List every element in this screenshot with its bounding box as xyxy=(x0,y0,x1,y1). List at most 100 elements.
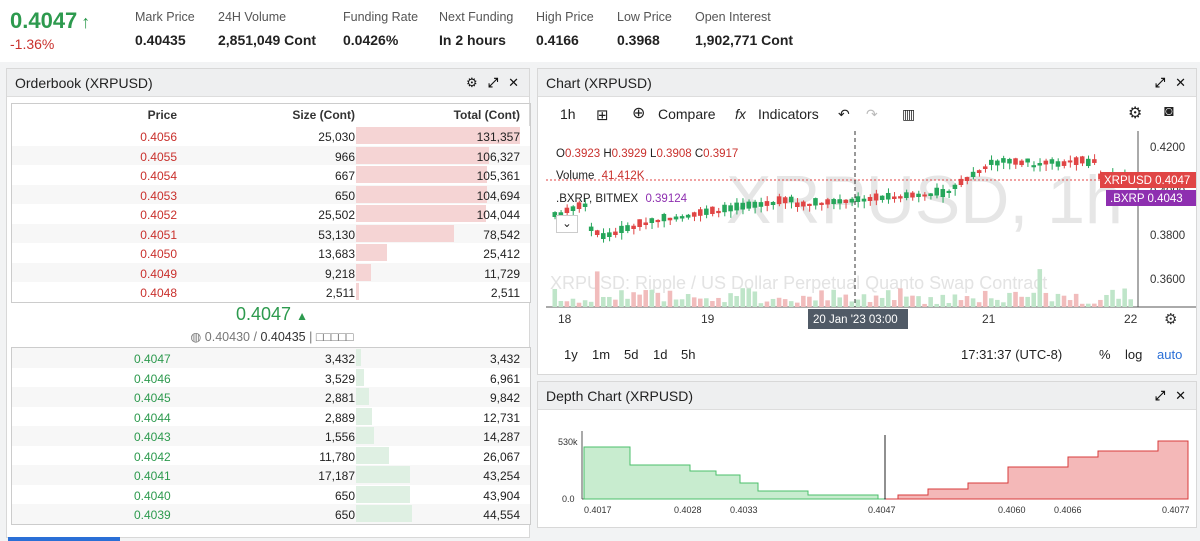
stat-value: 0.4166 xyxy=(536,32,579,48)
row-size: 13,683 xyxy=(318,247,355,261)
close-icon[interactable]: ✕ xyxy=(1175,75,1186,90)
expand-icon[interactable]: ⤢ xyxy=(488,75,498,90)
candle-body xyxy=(885,192,891,200)
volume-bar xyxy=(1049,301,1055,307)
close-icon[interactable]: ✕ xyxy=(1175,388,1186,403)
settings-gear-icon[interactable]: ⚙ xyxy=(1128,103,1142,123)
bar-chart-icon[interactable]: ▥ xyxy=(902,106,915,123)
expand-icon[interactable]: ⤢ xyxy=(1155,75,1165,90)
volume-bar xyxy=(989,298,994,307)
candle-body xyxy=(831,199,836,204)
bid-row[interactable]: 0.4044 2,889 12,731 xyxy=(12,406,530,426)
ask-row[interactable]: 0.4050 13,683 25,412 xyxy=(12,243,530,263)
ask-row[interactable]: 0.4054 667 105,361 xyxy=(12,165,530,185)
row-total: 14,287 xyxy=(483,430,520,444)
depth-x-tick: 0.4017 xyxy=(584,505,612,515)
candle-body xyxy=(649,218,655,223)
candle-body xyxy=(679,216,685,219)
candle-body xyxy=(601,233,606,239)
candle-body xyxy=(982,166,988,169)
ohlc-o: 0.3923 xyxy=(564,148,601,160)
mark-index-line: ◍ 0.40430 / 0.40435 | □□□□□ xyxy=(7,329,537,344)
indicators-fx-icon[interactable]: fx xyxy=(735,106,746,122)
ask-row[interactable]: 0.4051 53,130 78,542 xyxy=(12,223,530,243)
row-total: 25,412 xyxy=(483,247,520,261)
volume-bar xyxy=(673,299,679,307)
candle-body xyxy=(1007,158,1012,164)
axis-settings-icon: ⚙ xyxy=(1164,310,1177,328)
volume-bar xyxy=(795,302,800,307)
row-price: 0.4042 xyxy=(134,449,171,464)
row-size: 966 xyxy=(334,149,355,164)
range-1d[interactable]: 1d xyxy=(653,347,667,362)
stat-value: 0.0426% xyxy=(343,32,399,48)
range-5d[interactable]: 5d xyxy=(624,347,638,362)
up-arrow-icon: ↑ xyxy=(81,12,91,32)
volume-bar xyxy=(698,298,703,307)
depth-chart-title: Depth Chart (XRPUSD) xyxy=(546,388,694,404)
auto-toggle[interactable]: auto xyxy=(1157,347,1182,362)
compare-plus-icon[interactable]: ⊕ xyxy=(632,103,645,123)
candles-icon[interactable]: ⊞ xyxy=(596,106,609,124)
index-value: 0.39124 xyxy=(645,193,688,205)
volume-bar xyxy=(958,300,964,307)
row-total: 9,842 xyxy=(489,391,520,405)
volume-bar xyxy=(1007,292,1012,307)
indicators-button[interactable]: Indicators xyxy=(758,106,819,122)
bid-row[interactable]: 0.4047 3,432 3,432 xyxy=(12,348,530,368)
close-icon[interactable]: ✕ xyxy=(508,75,519,90)
volume-bar xyxy=(728,293,733,307)
interval-selector[interactable]: 1h xyxy=(560,106,576,122)
compare-button[interactable]: Compare xyxy=(658,106,716,122)
candle-body xyxy=(637,219,642,227)
volume-bar xyxy=(764,301,770,307)
bid-row[interactable]: 0.4045 2,881 9,842 xyxy=(12,387,530,407)
log-toggle[interactable]: log xyxy=(1125,347,1142,362)
collapse-chevron-icon[interactable]: ⌄ xyxy=(556,215,578,233)
bid-row[interactable]: 0.4042 11,780 26,067 xyxy=(12,445,530,465)
bid-row[interactable]: 0.4039 650 44,554 xyxy=(12,504,530,524)
expand-icon[interactable]: ⤢ xyxy=(1155,388,1165,403)
row-size: 11,780 xyxy=(319,449,355,464)
redo-icon[interactable]: ↷ xyxy=(866,106,878,123)
row-total: 131,357 xyxy=(476,130,520,144)
volume-bar xyxy=(819,290,824,307)
index-label: .BXRP, BITMEX xyxy=(556,193,639,205)
camera-icon[interactable]: ◙ xyxy=(1164,103,1174,121)
volume-bar xyxy=(1128,299,1133,307)
bid-row[interactable]: 0.4041 17,187 43,254 xyxy=(12,465,530,485)
volume-bar xyxy=(782,299,788,307)
candle-body xyxy=(570,206,576,211)
candle-body xyxy=(1025,158,1030,163)
ask-row[interactable]: 0.4048 2,511 2,511 xyxy=(12,282,530,302)
ask-row[interactable]: 0.4055 966 106,327 xyxy=(12,145,530,165)
row-total: 78,542 xyxy=(483,227,520,242)
gear-icon[interactable]: ⚙ xyxy=(466,75,478,90)
candle-body xyxy=(795,202,800,207)
candle-body xyxy=(594,230,600,235)
ask-row[interactable]: 0.4052 25,502 104,044 xyxy=(12,204,530,224)
volume-bar xyxy=(1019,296,1024,307)
candle-body xyxy=(782,197,788,204)
depth-chart-header: Depth Chart (XRPUSD) ⤢ ✕ xyxy=(538,382,1196,410)
range-5h[interactable]: 5h xyxy=(681,347,695,362)
undo-icon[interactable]: ↶ xyxy=(838,106,850,123)
volume-bar xyxy=(1122,288,1127,307)
volume-bar xyxy=(649,289,655,307)
stat-label: Low Price xyxy=(617,10,672,24)
range-1m[interactable]: 1m xyxy=(592,347,610,362)
bid-row[interactable]: 0.4046 3,529 6,961 xyxy=(12,367,530,387)
range-1y[interactable]: 1y xyxy=(564,347,578,362)
ask-row[interactable]: 0.4056 25,030 131,357 xyxy=(12,126,530,146)
bid-row[interactable]: 0.4040 650 43,904 xyxy=(12,484,530,504)
bottom-scroll-indicator xyxy=(8,537,120,541)
ask-row[interactable]: 0.4049 9,218 11,729 xyxy=(12,262,530,282)
bid-row[interactable]: 0.4043 1,556 14,287 xyxy=(12,426,530,446)
percent-toggle[interactable]: % xyxy=(1099,347,1111,362)
price-tag-text: XRPUSD 0.4047 xyxy=(1104,175,1190,187)
volume-bar xyxy=(631,292,636,307)
ask-row[interactable]: 0.4053 650 104,694 xyxy=(12,184,530,204)
volume-bar xyxy=(752,291,758,307)
price-chart[interactable]: XRPUSD, 1hXRPUSD: Ripple / US Dollar Per… xyxy=(546,131,1196,331)
row-price: 0.4049 xyxy=(140,266,177,281)
